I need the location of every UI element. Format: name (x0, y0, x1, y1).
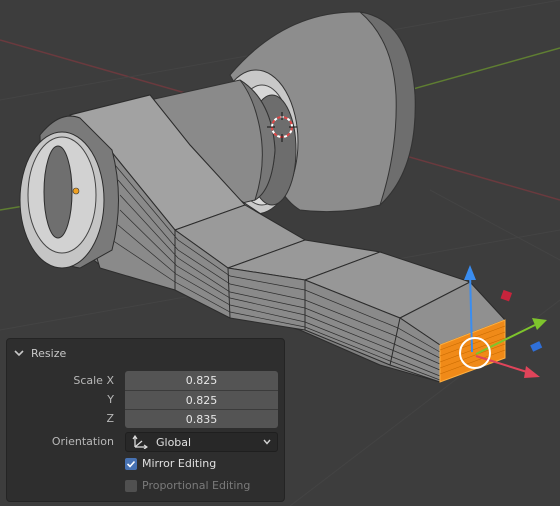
scale-y-field[interactable]: 0.825 (125, 390, 278, 409)
scale-x-field[interactable]: 0.825 (125, 371, 278, 390)
global-orientation-icon (132, 435, 148, 449)
scale-x-label: Scale X (73, 374, 114, 387)
gizmo-y-arrow-icon (532, 318, 547, 330)
checkmark-icon (126, 460, 136, 468)
panel-header[interactable]: Resize (13, 343, 66, 363)
scale-z-row: Z 0.835 (7, 409, 284, 428)
proportional-editing-checkbox[interactable]: Proportional Editing (125, 479, 250, 492)
proportional-editing-box[interactable] (125, 479, 137, 492)
orientation-row: Orientation Global (7, 432, 284, 452)
mirror-editing-checkbox[interactable]: Mirror Editing (125, 457, 216, 470)
orientation-label: Orientation (51, 435, 114, 448)
orientation-value: Global (156, 435, 192, 449)
scale-z-label: Z (106, 412, 114, 425)
orientation-dropdown[interactable]: Global (125, 432, 278, 452)
scale-y-row: Y 0.825 (7, 390, 284, 409)
scale-y-label: Y (107, 393, 114, 406)
resize-operator-panel: Resize Scale X 0.825 Y 0.825 Z 0.835 Ori… (6, 338, 285, 502)
scale-z-field[interactable]: 0.835 (125, 409, 278, 428)
scale-x-row: Scale X 0.825 (7, 371, 284, 390)
panel-title: Resize (31, 346, 67, 360)
gizmo-z-arrow-icon (464, 265, 476, 280)
gizmo-x-arrow-icon (524, 366, 540, 378)
chevron-down-icon (263, 439, 271, 445)
mirror-editing-label: Mirror Editing (142, 457, 217, 470)
chevron-down-icon[interactable] (13, 347, 25, 359)
proportional-editing-label: Proportional Editing (142, 479, 251, 492)
mirror-editing-box[interactable] (125, 457, 137, 470)
